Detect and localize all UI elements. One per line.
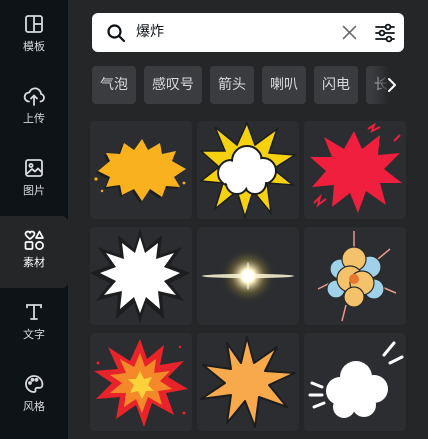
red-explosion-splash [310,122,402,213]
chevron-right-icon [388,78,396,92]
sidebar-item-label: 素材 [23,256,45,269]
comic-smoke-explosion [317,231,397,322]
result-item-yellow-explosion[interactable] [90,121,192,219]
upload-cloud-icon [23,87,45,106]
chip[interactable]: 箭头 [210,66,254,104]
sidebar-item-label: 文字 [23,328,45,341]
result-item-red-orange-explosion[interactable] [90,333,192,431]
light-flare [202,248,294,304]
chip[interactable]: 闪电 [314,66,358,104]
white-cloud-yellow-burst [199,121,298,219]
shapes-icon [24,230,44,250]
result-item-white-burst[interactable] [90,227,192,325]
sidebar-item-templates[interactable]: 模板 [0,0,68,72]
result-item-cloud-burst[interactable] [197,121,299,219]
sidebar-item-styles[interactable]: 风格 [0,360,68,432]
result-item-light-flare[interactable] [197,227,299,325]
search-bar[interactable]: 爆炸 [92,13,404,52]
sidebar: 模板 上传 图片 素材 文字 风格 [0,0,68,439]
sidebar-item-label: 图片 [23,184,45,197]
result-item-comic-smoke[interactable] [304,227,406,325]
palette-icon [25,375,44,393]
text-icon [26,304,42,320]
chips-next-button[interactable] [372,66,404,104]
close-icon[interactable] [342,25,357,40]
white-cloud-burst [308,341,404,418]
image-icon [25,159,43,177]
sidebar-item-label: 模板 [23,40,45,53]
chip[interactable]: 感叹号 [144,66,202,104]
result-item-red-explosion[interactable] [304,121,406,219]
result-item-white-cloud-burst[interactable] [304,333,406,431]
layout-icon [25,15,43,33]
sidebar-item-upload[interactable]: 上传 [0,72,68,144]
sidebar-item-elements[interactable]: 素材 [0,216,68,288]
red-orange-explosion [94,339,188,427]
yellow-explosion-burst [94,139,186,203]
sliders-icon[interactable] [374,22,396,44]
search-icon [107,24,126,43]
sidebar-item-label: 风格 [23,400,45,413]
chip[interactable]: 喇叭 [262,66,306,104]
orange-star-burst [200,336,296,428]
sidebar-item-label: 上传 [23,112,45,125]
app: 模板 上传 图片 素材 文字 风格 爆炸 气泡 感叹号 箭头 喇叭 闪电 [0,0,428,439]
sidebar-item-text[interactable]: 文字 [0,288,68,360]
suggestion-chips: 气泡 感叹号 箭头 喇叭 闪电 长方 [92,66,404,104]
result-item-orange-star-burst[interactable] [197,333,299,431]
white-spiky-burst [90,229,190,323]
search-input[interactable]: 爆炸 [136,23,164,42]
sidebar-item-photos[interactable]: 图片 [0,144,68,216]
chip[interactable]: 气泡 [92,66,136,104]
elements-panel: 爆炸 气泡 感叹号 箭头 喇叭 闪电 长方 [68,0,428,439]
